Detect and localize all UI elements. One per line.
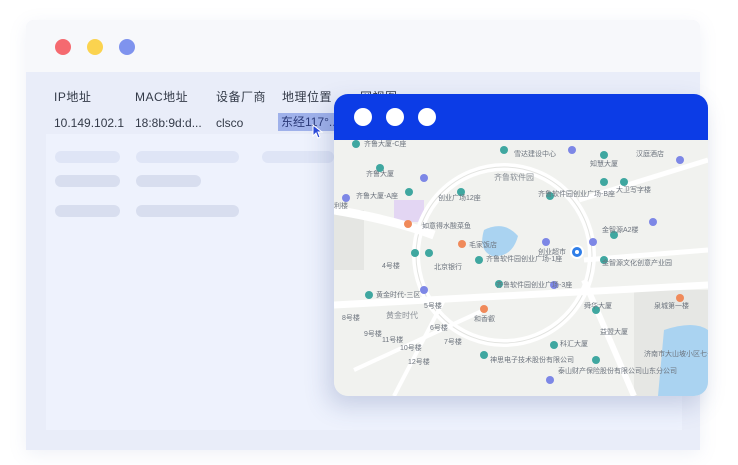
map-label: 8号楼 — [342, 313, 360, 322]
skeleton-bar — [136, 205, 239, 217]
mouse-cursor-icon — [312, 124, 324, 139]
back-window-titlebar — [26, 20, 700, 72]
map-label: 黄金时代 — [386, 310, 418, 320]
skeleton-bar — [262, 151, 334, 163]
skeleton-bar — [55, 205, 120, 217]
map-label: 泰山财产保险股份有限公司山东分公司 — [558, 366, 677, 375]
map-label: 创业超市 — [538, 247, 566, 256]
minimize-dot-icon[interactable] — [87, 39, 103, 55]
skeleton-bar — [136, 151, 239, 163]
maximize-dot-icon[interactable] — [119, 39, 135, 55]
map-label: 汉庭酒店 — [636, 149, 664, 158]
map-label: 齐鲁软件园创业广场-3座 — [496, 280, 572, 289]
map-label: 利楼 — [334, 201, 348, 210]
map-label: 大卫写字楼 — [616, 185, 651, 194]
map-window-titlebar — [334, 94, 708, 140]
map-window: 齐鲁大厦-C座 齐鲁大厦 齐鲁大厦-A座 利楼 创业广场12座 如意得水酸菜鱼 … — [334, 94, 708, 396]
map-label: 泉城第一楼 — [654, 301, 689, 310]
cell-vendor[interactable]: clsco — [216, 116, 243, 130]
header-ip[interactable]: IP地址 — [54, 88, 91, 105]
map-label: 齐鲁大厦 — [366, 169, 394, 178]
map-view[interactable]: 齐鲁大厦-C座 齐鲁大厦 齐鲁大厦-A座 利楼 创业广场12座 如意得水酸菜鱼 … — [334, 140, 708, 396]
map-label: 齐鲁软件园创业广场-B座 — [538, 189, 615, 198]
map-label: 创业广场12座 — [438, 193, 481, 202]
map-label: 齐鲁大厦-A座 — [356, 191, 398, 200]
map-label: 知慧大厦 — [590, 159, 618, 168]
header-mac[interactable]: MAC地址 — [135, 88, 188, 105]
map-window-dot-icon[interactable] — [418, 108, 436, 126]
skeleton-bar — [136, 175, 201, 187]
map-label: 科汇大厦 — [560, 339, 588, 348]
map-label: 5号楼 — [424, 301, 442, 310]
skeleton-bar — [55, 175, 120, 187]
map-window-dot-icon[interactable] — [386, 108, 404, 126]
cell-mac[interactable]: 18:8b:9d:d... — [135, 116, 202, 130]
map-canvas: 齐鲁大厦-C座 齐鲁大厦 齐鲁大厦-A座 利楼 创业广场12座 如意得水酸菜鱼 … — [334, 140, 708, 396]
map-label: 雪达建设中心 — [514, 149, 556, 158]
map-label: 济南市大山坡小区七号楼 — [644, 349, 708, 358]
map-label: 4号楼 — [382, 261, 400, 270]
cell-location[interactable]: 东经117°... — [278, 113, 334, 131]
map-label: 10号楼 — [400, 343, 422, 352]
header-location[interactable]: 地理位置 — [282, 88, 332, 105]
map-label: 齐鲁大厦-C座 — [364, 140, 406, 148]
map-label: 齐鲁软件园 — [494, 172, 534, 182]
map-label: 益盟大厦 — [600, 327, 628, 336]
map-label: 6号楼 — [430, 323, 448, 332]
map-label: 金智源文化创意产业园 — [602, 258, 672, 267]
map-window-dot-icon[interactable] — [354, 108, 372, 126]
map-label: 北京银行 — [434, 262, 462, 271]
skeleton-bar — [55, 151, 120, 163]
map-label: 舜华大厦 — [584, 301, 612, 310]
map-label: 11号楼 — [382, 335, 403, 344]
header-vendor[interactable]: 设备厂商 — [216, 88, 266, 105]
map-label: 7号楼 — [444, 337, 462, 346]
map-label: 如意得水酸菜鱼 — [422, 221, 471, 230]
map-label: 9号楼 — [364, 329, 382, 338]
cell-ip[interactable]: 10.149.102.1 — [54, 116, 124, 130]
map-label: 毛家饭店 — [469, 240, 497, 249]
close-dot-icon[interactable] — [55, 39, 71, 55]
map-label: 神思电子技术股份有限公司 — [490, 355, 574, 364]
map-water — [658, 325, 708, 396]
map-label: 金智源A2楼 — [602, 225, 639, 234]
map-label: 和香叡 — [474, 314, 495, 323]
map-label: 黄金时代-三区 — [376, 290, 420, 299]
map-label: 12号楼 — [408, 357, 430, 366]
